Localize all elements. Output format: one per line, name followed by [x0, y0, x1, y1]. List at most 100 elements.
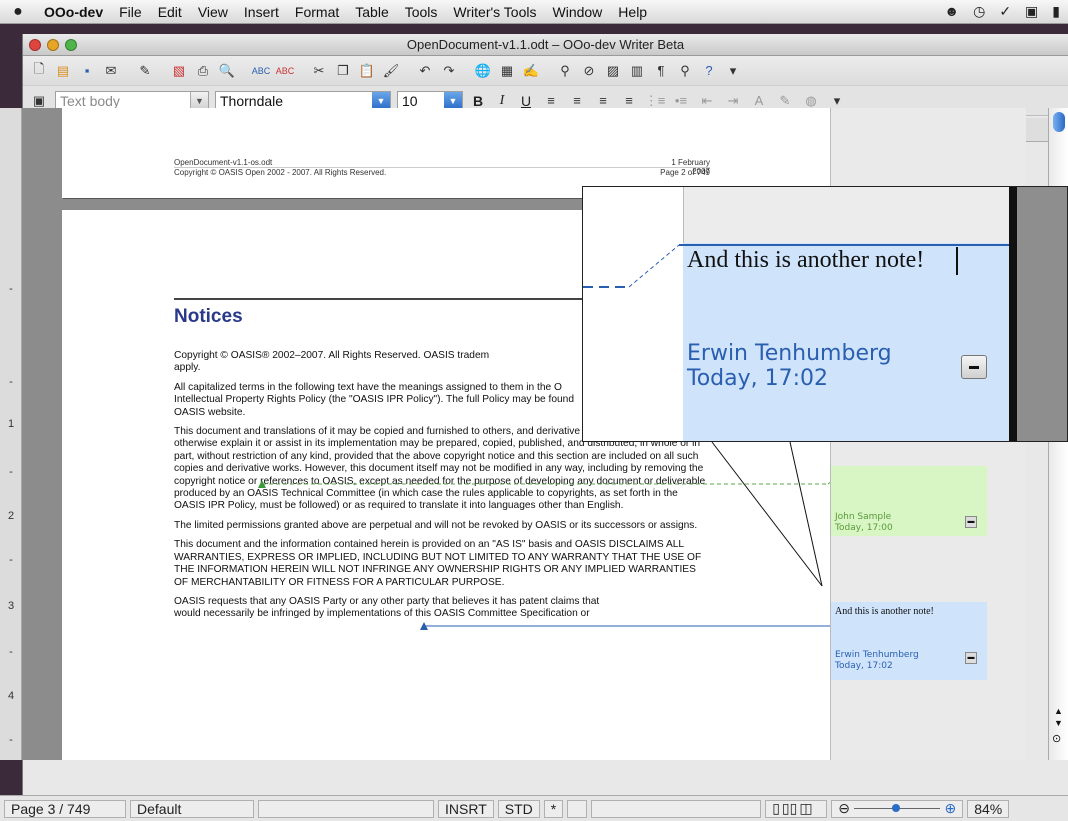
menu-format[interactable]: Format — [287, 4, 347, 20]
copy-icon[interactable]: ❐ — [333, 61, 353, 81]
data-sources-icon[interactable]: ▥ — [627, 61, 647, 81]
draw-functions-icon[interactable]: ✍ — [521, 61, 541, 81]
zoom-in-icon[interactable]: ⊕ — [944, 800, 956, 817]
comment-text: And this is another note! — [835, 606, 934, 617]
vertical-ruler[interactable]: - - 1 - 2 - 3 - 4 - — [0, 108, 22, 760]
undo-icon[interactable]: ↶ — [415, 61, 435, 81]
comment-time: Today, 17:00 — [835, 523, 893, 533]
single-page-view-icon[interactable]: ▯ — [772, 800, 780, 817]
help-icon[interactable]: ? — [699, 61, 719, 81]
open-folder-icon[interactable]: ▤ — [53, 61, 73, 81]
menu-file[interactable]: File — [111, 4, 150, 20]
navigation-icon[interactable]: ⊙ — [1052, 732, 1061, 745]
vruler-number: 1 — [7, 418, 15, 430]
scroll-thumb[interactable] — [1053, 112, 1065, 132]
autospellcheck-icon[interactable]: ABC — [275, 61, 295, 81]
format-paintbrush-icon[interactable]: 🖌 — [381, 61, 401, 81]
comment-menu-button[interactable]: ▬ — [965, 652, 977, 664]
selection-mode[interactable]: STD — [497, 799, 540, 818]
zoomed-comment-author: Erwin Tenhumberg Today, 17:02 — [687, 341, 892, 391]
zoom-percentage[interactable]: 84% — [967, 799, 1010, 818]
language-field[interactable] — [258, 799, 434, 818]
comment-time: Today, 17:02 — [835, 661, 893, 671]
export-pdf-icon[interactable]: ▧ — [169, 61, 189, 81]
minimize-button[interactable] — [47, 38, 59, 51]
new-document-icon[interactable]: 🗋 — [29, 61, 49, 81]
spellcheck-icon[interactable]: ABC — [251, 61, 271, 81]
zoom-icon[interactable]: ⚲ — [675, 61, 695, 81]
insert-mode[interactable]: INSRT — [438, 799, 494, 818]
word-count-field — [591, 799, 762, 818]
navigator-icon[interactable]: ⊘ — [579, 61, 599, 81]
menu-writers-tools[interactable]: Writer's Tools — [445, 4, 544, 20]
zoomed-comment-text: And this is another note! — [687, 247, 925, 273]
book-view-icon[interactable]: ◫ — [799, 800, 812, 817]
standard-toolbar: 🗋 ▤ ▪ ✉ ✎ ▧ ⎙ 🔍 ABC ABC ✂ ❐ 📋 🖌 ↶ ↷ 🌐 ▦ … — [23, 56, 1068, 86]
menu-app[interactable]: OOo-dev — [36, 4, 111, 20]
bluetooth-icon[interactable]: ✓ — [999, 3, 1011, 20]
close-button[interactable] — [29, 38, 41, 51]
menu-help[interactable]: Help — [610, 4, 655, 20]
paragraph-style-value: Text body — [60, 92, 120, 109]
menu-insert[interactable]: Insert — [236, 4, 287, 20]
vruler-number: 2 — [7, 510, 15, 522]
chevron-down-icon[interactable]: ▼ — [372, 91, 390, 110]
title-bar: OpenDocument-v1.1.odt – OOo-dev Writer B… — [23, 34, 1068, 56]
menu-view[interactable]: View — [190, 4, 236, 20]
font-size-value: 10 — [402, 92, 418, 109]
chevron-down-icon[interactable]: ▼ — [444, 91, 462, 110]
page-preview-icon[interactable]: 🔍 — [217, 61, 237, 81]
user-icon[interactable]: ☻ — [944, 3, 959, 20]
comment-author: John Sample — [835, 512, 892, 522]
menu-edit[interactable]: Edit — [150, 4, 190, 20]
redo-icon[interactable]: ↷ — [439, 61, 459, 81]
hyperlink-icon[interactable]: 🌐 — [473, 61, 493, 81]
comment-menu-button[interactable]: ▬ — [965, 516, 977, 528]
comment-john-sample[interactable]: John Sample Today, 17:00 ▬ — [831, 466, 987, 536]
menu-tools[interactable]: Tools — [397, 4, 446, 20]
status-bar: Page 3 / 749 Default INSRT STD * ▯ ▯▯ ◫ … — [0, 795, 1068, 821]
page-style[interactable]: Default — [130, 799, 254, 818]
zoomed-anchor-line — [583, 244, 1009, 288]
time-machine-icon[interactable]: ◷ — [973, 3, 985, 20]
menu-window[interactable]: Window — [545, 4, 611, 20]
paste-icon[interactable]: 📋 — [357, 61, 377, 81]
email-icon[interactable]: ✉ — [101, 61, 121, 81]
apple-menu-icon[interactable]: ● — [0, 3, 36, 21]
save-icon[interactable]: ▪ — [77, 61, 97, 81]
text-cursor — [956, 247, 958, 275]
menubar: ● OOo-dev File Edit View Insert Format T… — [0, 0, 1068, 24]
zoom-slider[interactable]: ⊖ ⊕ — [831, 799, 964, 818]
bold-button[interactable]: B — [469, 93, 487, 109]
zoom-slider-thumb[interactable] — [892, 804, 900, 812]
find-replace-icon[interactable]: ⚲ — [555, 61, 575, 81]
zoom-out-icon[interactable]: ⊖ — [838, 800, 850, 817]
comment-erwin-tenhumberg[interactable]: And this is another note! Erwin Tenhumbe… — [831, 602, 987, 680]
window-title: OpenDocument-v1.1.odt – OOo-dev Writer B… — [406, 37, 685, 52]
spaces-icon[interactable]: ▣ — [1025, 3, 1038, 20]
digital-signature[interactable] — [567, 799, 588, 818]
edit-file-icon[interactable]: ✎ — [135, 61, 155, 81]
italic-button[interactable]: I — [493, 93, 511, 109]
multi-page-view-icon[interactable]: ▯▯ — [782, 800, 797, 817]
cut-icon[interactable]: ✂ — [309, 61, 329, 81]
print-icon[interactable]: ⎙ — [193, 61, 213, 81]
toolbar-overflow-icon[interactable]: ▾ — [723, 61, 743, 81]
underline-button[interactable]: U — [517, 93, 535, 109]
zoom-button[interactable] — [65, 38, 77, 51]
formatting-marks-icon[interactable]: ¶ — [651, 61, 671, 81]
comment-author: Erwin Tenhumberg — [835, 650, 919, 660]
menu-table[interactable]: Table — [347, 4, 396, 20]
vruler-number: 3 — [7, 600, 15, 612]
view-layout[interactable]: ▯ ▯▯ ◫ — [765, 799, 828, 818]
lock-icon[interactable]: ▮ — [1052, 3, 1060, 20]
chevron-down-icon[interactable]: ▼ — [190, 91, 208, 110]
scroll-down-icon[interactable]: ▼ — [1054, 718, 1063, 728]
document-modified[interactable]: * — [543, 799, 564, 818]
font-name-value: Thorndale — [220, 92, 284, 109]
table-icon[interactable]: ▦ — [497, 61, 517, 81]
page-indicator[interactable]: Page 3 / 749 — [4, 799, 126, 818]
scroll-up-icon[interactable]: ▲ — [1054, 706, 1063, 716]
gallery-icon[interactable]: ▨ — [603, 61, 623, 81]
zoomed-comment-menu-button[interactable]: ▬ — [961, 355, 987, 379]
